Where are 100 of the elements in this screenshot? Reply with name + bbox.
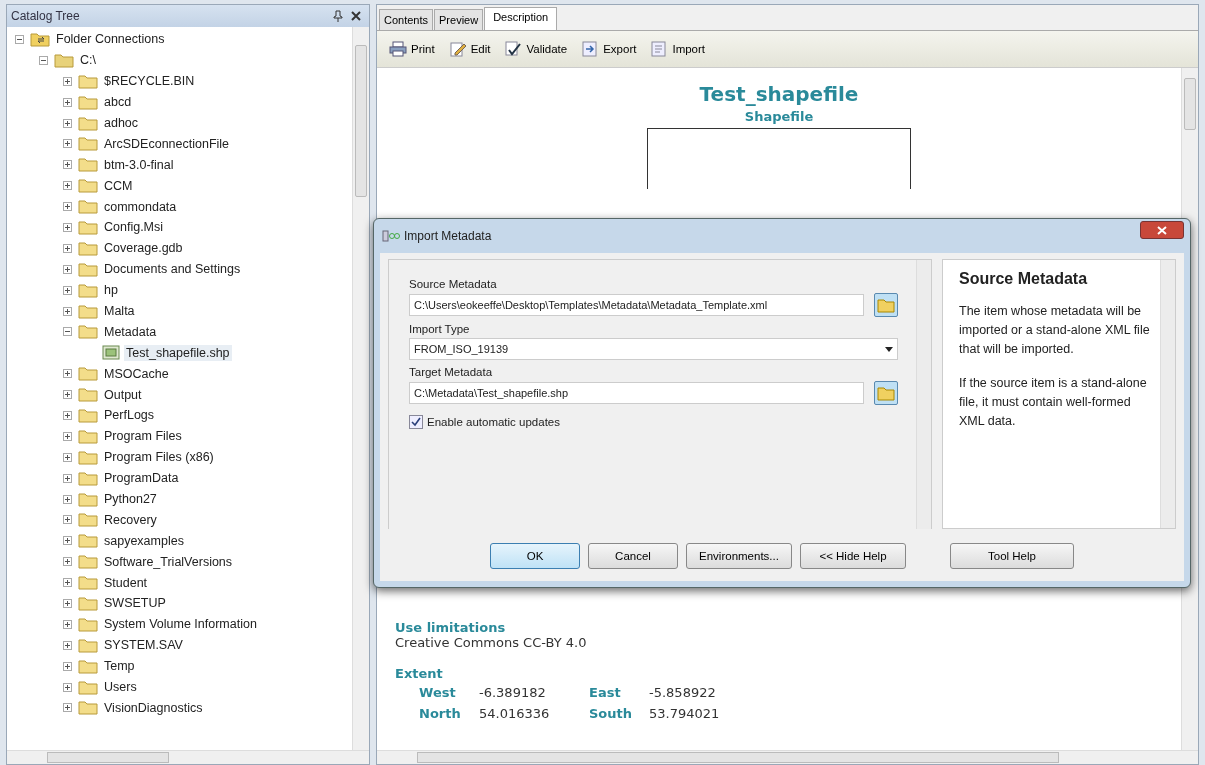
dialog-title: Import Metadata [404,229,493,243]
tree-item[interactable]: PerfLogs [102,407,157,424]
edit-icon [448,41,467,57]
tree-item[interactable]: SYSTEM.SAV [102,637,185,654]
tree-item[interactable]: Documents and Settings [102,261,243,278]
tree-item[interactable]: hp [102,282,120,299]
expander-icon[interactable] [63,578,72,588]
close-icon[interactable] [351,11,361,21]
tree-item[interactable]: Folder Connections [54,31,167,48]
dialog-button[interactable]: Cancel [588,543,678,569]
folder-icon [78,554,98,570]
tree-item[interactable]: Metadata [102,323,159,340]
expander-icon[interactable] [63,306,72,316]
expander-icon[interactable] [63,181,72,191]
expander-icon[interactable] [63,118,72,128]
tree-item[interactable]: Test_shapefile.shp [124,344,232,361]
dropdown[interactable]: FROM_ISO_19139 [409,338,898,360]
input-field[interactable]: C:\Users\eokeeffe\Desktop\Templates\Metadata\Metadata_Template.xml [409,294,864,316]
browse-button[interactable] [874,381,898,405]
expander-icon[interactable] [63,222,72,232]
dialog-button[interactable]: << Hide Help [800,543,906,569]
toolbar-button[interactable]: Import [648,39,708,59]
tree-item[interactable]: ArcSDEconnectionFile [102,135,232,152]
scrollbar[interactable] [1160,260,1175,528]
tree-item[interactable]: SWSETUP [102,595,168,612]
expander-icon[interactable] [63,431,72,441]
tree-item[interactable]: MSOCache [102,365,171,382]
tree-item[interactable]: Output [102,386,144,403]
tree-item[interactable]: C:\ [78,52,98,69]
extent-label: North [419,706,462,721]
scrollbar[interactable] [7,750,369,764]
dialog-button[interactable]: Tool Help [950,543,1074,569]
tree-item[interactable]: sapyexamples [102,532,186,549]
tree-item[interactable]: Student [102,574,150,591]
expander-icon[interactable] [63,682,72,692]
expander-icon[interactable] [63,599,72,608]
expander-icon[interactable] [63,640,72,650]
tree-item[interactable]: Config.Msi [102,219,166,236]
tree-item[interactable]: ProgramData [102,470,181,487]
scrollbar[interactable] [352,27,369,750]
scrollbar[interactable] [377,750,1198,764]
input-field[interactable]: C:\Metadata\Test_shapefile.shp [409,382,864,404]
expander-icon[interactable] [15,34,24,44]
tree-item[interactable]: Recovery [102,511,159,528]
expander-icon[interactable] [63,327,72,337]
close-icon [1157,225,1167,235]
field-label: Import Type [409,323,471,335]
expander-icon[interactable] [63,243,72,253]
tree-item[interactable]: commondata [102,198,179,215]
dialog-button[interactable]: OK [490,543,580,569]
expander-icon[interactable] [63,494,72,504]
expander-icon[interactable] [63,264,72,274]
tab[interactable]: Description [484,7,558,30]
browse-button[interactable] [874,293,898,317]
expander-icon[interactable] [63,619,72,629]
tab[interactable]: Contents [379,9,434,30]
expander-icon[interactable] [63,139,72,149]
expander-icon[interactable] [63,473,72,483]
pin-icon[interactable] [333,10,343,22]
checkbox[interactable] [409,415,423,429]
expander-icon[interactable] [63,410,72,420]
tree-item[interactable]: System Volume Information [102,616,259,633]
expander-icon[interactable] [63,202,72,212]
expander-icon[interactable] [63,536,72,546]
tree-item[interactable]: VisionDiagnostics [102,699,205,716]
expander-icon[interactable] [39,55,48,65]
expander-icon[interactable] [63,285,72,295]
expander-icon[interactable] [63,515,72,525]
expander-icon[interactable] [63,557,72,567]
toolbar-button[interactable]: Export [579,39,639,59]
expander-icon[interactable] [63,160,72,170]
expander-icon[interactable] [63,703,72,713]
toolbar-button[interactable]: Validate [502,39,570,59]
tree-item[interactable]: Malta [102,303,137,319]
close-button[interactable] [1140,221,1184,239]
folder-icon [78,596,98,611]
tree-item[interactable]: abcd [102,94,134,111]
tree-item[interactable]: Program Files (x86) [102,449,216,466]
expander-icon[interactable] [63,390,72,400]
tree-item[interactable]: Python27 [102,491,159,508]
scrollbar[interactable] [916,260,931,529]
tree-item[interactable]: $RECYCLE.BIN [102,73,197,90]
tree-item[interactable]: btm-3.0-final [102,156,176,173]
toolbar-button[interactable]: Edit [446,39,493,59]
expander-icon[interactable] [63,452,72,462]
tree-item[interactable]: Users [102,679,139,696]
toolbar-button[interactable]: Print [387,39,437,59]
tab[interactable]: Preview [434,9,484,30]
folder-icon [78,261,98,277]
tree-item[interactable]: Temp [102,658,137,675]
expander-icon[interactable] [63,76,72,86]
expander-icon[interactable] [63,661,72,671]
tree-item[interactable]: adhoc [102,115,141,131]
tree-item[interactable]: Coverage.gdb [102,240,185,257]
dialog-button[interactable]: Environments... [686,543,792,569]
tree-item[interactable]: Software_TrialVersions [102,553,235,570]
tree-item[interactable]: CCM [102,177,135,194]
tree-item[interactable]: Program Files [102,428,184,445]
expander-icon[interactable] [63,97,72,107]
expander-icon[interactable] [63,369,72,379]
